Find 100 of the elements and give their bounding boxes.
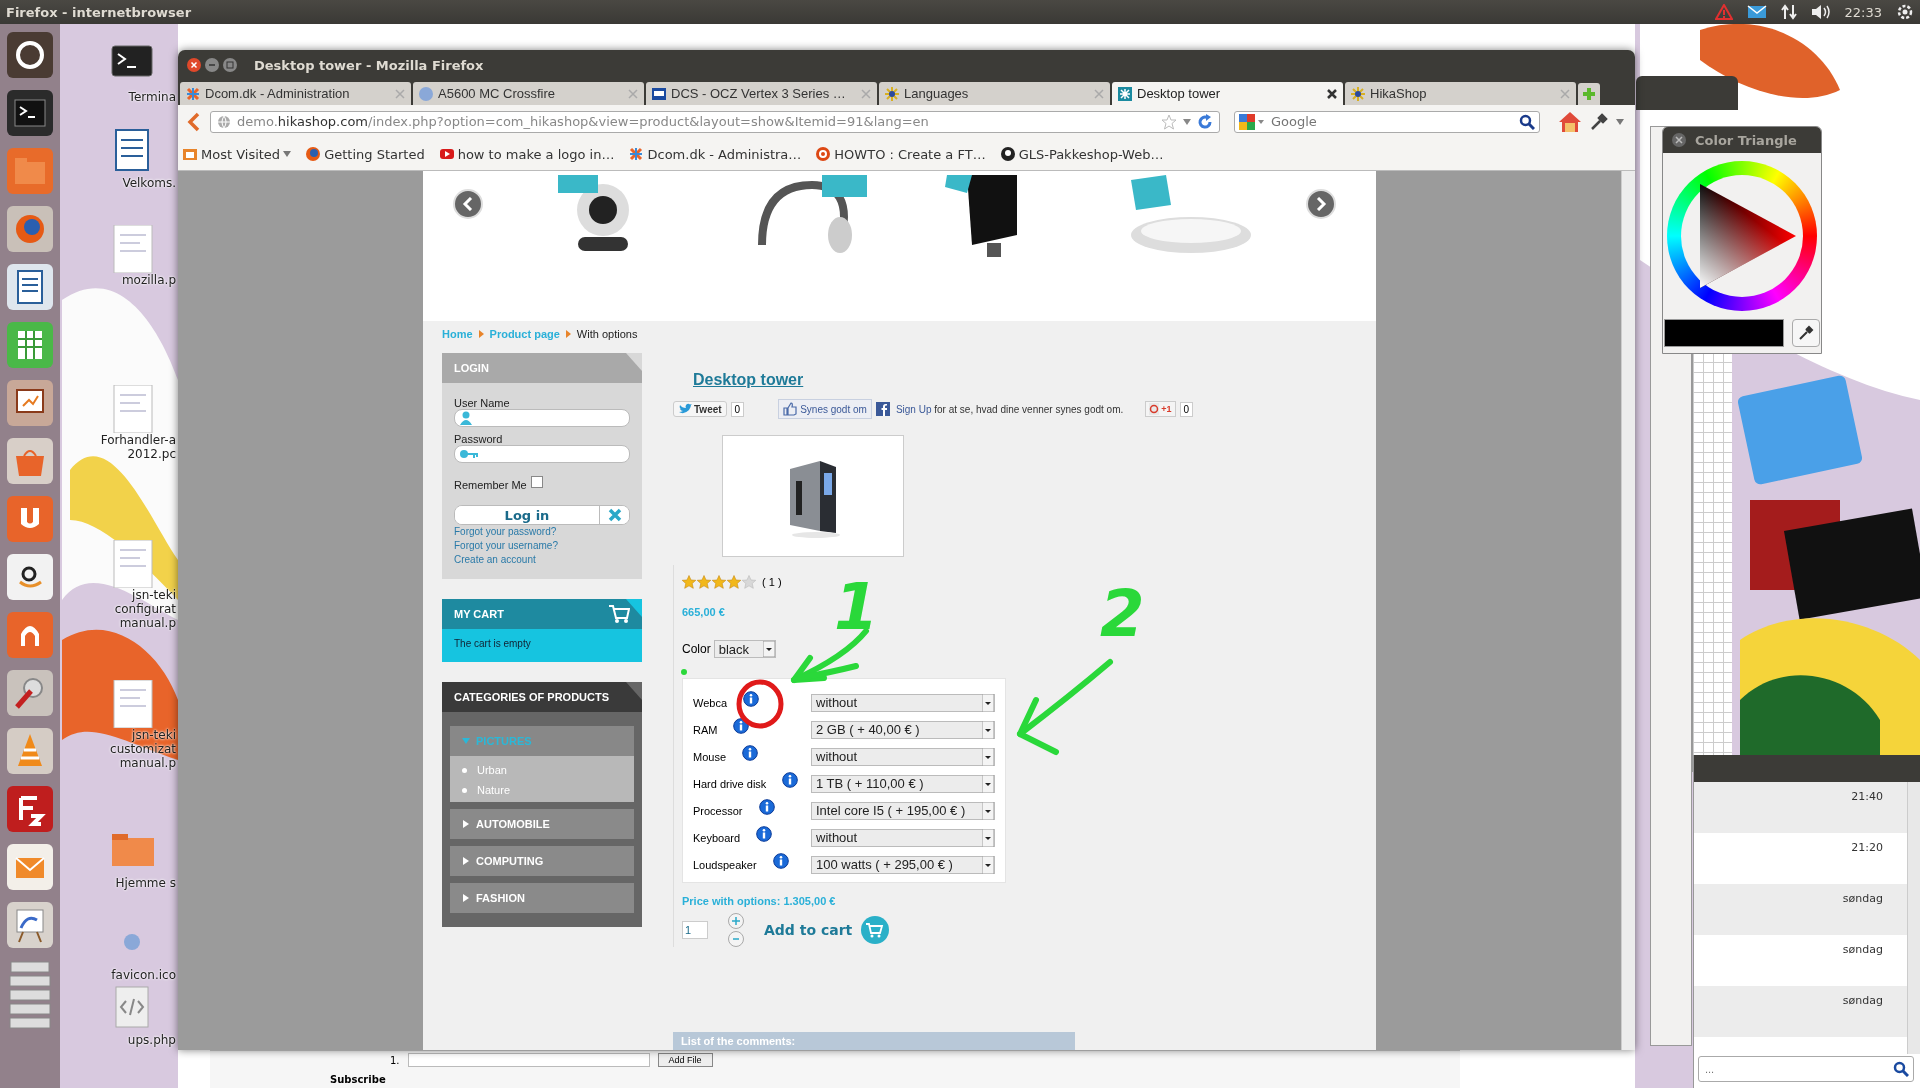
remember-checkbox[interactable]: [530, 476, 543, 488]
close-icon[interactable]: [1671, 132, 1687, 148]
bookmark[interactable]: Getting Started: [305, 146, 425, 162]
breadcrumb-current: With options: [576, 328, 638, 340]
input-field[interactable]: [407, 1053, 650, 1067]
globe-icon: [217, 114, 231, 129]
color-dropdown[interactable]: black: [713, 640, 776, 658]
info-icon[interactable]: [782, 771, 799, 788]
option-dropdown[interactable]: Intel core I5 ( + 195,00 € ): [811, 801, 995, 820]
caret-icon[interactable]: [1183, 118, 1191, 125]
tweet-button[interactable]: Tweet: [673, 401, 727, 417]
reload-icon[interactable]: [1197, 113, 1213, 130]
scrollbar[interactable]: [1621, 171, 1635, 1050]
link[interactable]: Forgot your username?: [454, 539, 630, 553]
like-button[interactable]: Synes godt om: [778, 399, 872, 419]
close-icon[interactable]: [1326, 87, 1338, 100]
warning-icon[interactable]: [1714, 4, 1733, 20]
volume-icon[interactable]: [1810, 4, 1831, 20]
home-icon[interactable]: [1558, 110, 1582, 133]
option-dropdown[interactable]: 100 watts ( + 295,00 € ): [811, 855, 995, 874]
info-icon[interactable]: [758, 798, 775, 815]
message-row[interactable]: søndag: [1694, 986, 1907, 1037]
product-title[interactable]: Desktop tower: [693, 371, 1376, 389]
add-to-cart-button[interactable]: Add to cart: [764, 915, 891, 945]
browser-tab[interactable]: A5600 MC Crossfire: [413, 82, 644, 105]
info-icon[interactable]: [743, 690, 760, 707]
option-dropdown[interactable]: without: [811, 693, 995, 712]
add-file-button[interactable]: Add File: [657, 1053, 713, 1067]
eyedropper-button[interactable]: [1792, 319, 1820, 347]
app-icon[interactable]: [7, 380, 53, 426]
file-name[interactable]: Hjemme s: [115, 876, 176, 890]
browser-tab[interactable]: Languages: [879, 82, 1110, 105]
file-name[interactable]: Velkoms.: [122, 176, 176, 190]
price: 665,00 €: [682, 606, 726, 618]
quantity-field[interactable]: 1: [682, 921, 708, 939]
username-field[interactable]: [454, 409, 630, 427]
message-row[interactable]: søndag: [1694, 884, 1907, 935]
cross-icon: [607, 508, 622, 522]
app-icon[interactable]: [7, 32, 53, 78]
search-bar[interactable]: ...: [1698, 1056, 1914, 1082]
previous-button[interactable]: [453, 189, 483, 219]
search-engine-icon[interactable]: [1239, 113, 1265, 130]
eyedropper-icon: [1798, 325, 1814, 341]
browser-tab[interactable]: DCS - OCZ Vertex 3 Series …: [646, 82, 877, 105]
option-dropdown[interactable]: without: [811, 828, 995, 847]
plus-one-button[interactable]: +1: [1145, 401, 1176, 417]
increase-button[interactable]: [728, 913, 744, 929]
message-row[interactable]: 21:40: [1694, 782, 1907, 833]
mail-icon[interactable]: [1746, 5, 1767, 19]
clock[interactable]: 22:33: [1844, 4, 1882, 20]
file-name[interactable]: Forhandler-a 2012.pc: [100, 433, 176, 461]
decrease-button[interactable]: [728, 931, 744, 947]
comments-heading: List of the comments:: [673, 1032, 1075, 1050]
app-icon[interactable]: [7, 264, 53, 310]
file-name[interactable]: jsn-teki configurat manual.p: [114, 588, 176, 630]
search-icon[interactable]: [1893, 1061, 1909, 1077]
clear-button[interactable]: [599, 506, 629, 524]
folder-icon: [182, 146, 198, 162]
browser-tab[interactable]: HikaShop: [1345, 82, 1576, 105]
eyedropper-icon[interactable]: [1590, 112, 1608, 131]
bookmark[interactable]: GLS-Pakkeshop-Web…: [999, 146, 1164, 162]
link[interactable]: Create an account: [454, 553, 630, 567]
back-button[interactable]: [186, 111, 202, 132]
option-dropdown[interactable]: without: [811, 747, 995, 766]
bookmark[interactable]: Most Visited: [182, 146, 292, 162]
scrollbar[interactable]: [1907, 782, 1920, 1054]
bookmark[interactable]: Dcom.dk - Administra…: [628, 146, 802, 162]
search-icon[interactable]: [1519, 113, 1535, 130]
signup-link[interactable]: Sign Up: [895, 403, 932, 415]
file-name[interactable]: ups.php: [127, 1033, 176, 1047]
maximize-button[interactable]: [222, 57, 238, 73]
address-field[interactable]: demo.hikashop.com/index.php?option=com_hikashop&view=product&layout=show&Itemid=91&lang=en: [210, 110, 1220, 133]
file-name[interactable]: Termina: [128, 90, 176, 104]
info-icon[interactable]: [733, 717, 750, 734]
info-icon[interactable]: [772, 852, 789, 869]
file-icon[interactable]: [110, 680, 156, 728]
option-dropdown[interactable]: 1 TB ( + 110,00 € ): [811, 774, 995, 793]
browser-tab[interactable]: Desktop tower: [1112, 82, 1343, 105]
bookmark[interactable]: how to make a logo in…: [438, 146, 615, 162]
power-icon[interactable]: [1896, 3, 1914, 21]
favicon-icon: [305, 146, 322, 162]
caret-icon[interactable]: [1616, 118, 1624, 125]
close-button[interactable]: [186, 57, 202, 73]
bookmark[interactable]: HOWTO : Create a FT…: [815, 146, 986, 162]
search-bar[interactable]: Google: [1234, 110, 1540, 133]
option-dropdown[interactable]: 2 GB ( + 40,00 € ): [811, 720, 995, 739]
star-icon[interactable]: [1161, 113, 1177, 130]
app-icon[interactable]: [7, 786, 53, 832]
network-icon[interactable]: [1780, 4, 1797, 20]
browser-tab[interactable]: Dcom.dk - Administration: [180, 82, 411, 105]
file-name[interactable]: mozilla.p: [121, 273, 176, 287]
link[interactable]: Forgot your password?: [454, 525, 630, 539]
star-rating[interactable]: [682, 575, 756, 589]
password-field[interactable]: [454, 445, 630, 463]
app-icon[interactable]: [7, 554, 53, 600]
next-button[interactable]: [1305, 189, 1336, 219]
file-name[interactable]: favicon.ico: [111, 968, 176, 982]
field-label: User Name: [454, 397, 511, 409]
info-icon[interactable]: [742, 744, 759, 761]
info-icon[interactable]: [756, 825, 773, 842]
